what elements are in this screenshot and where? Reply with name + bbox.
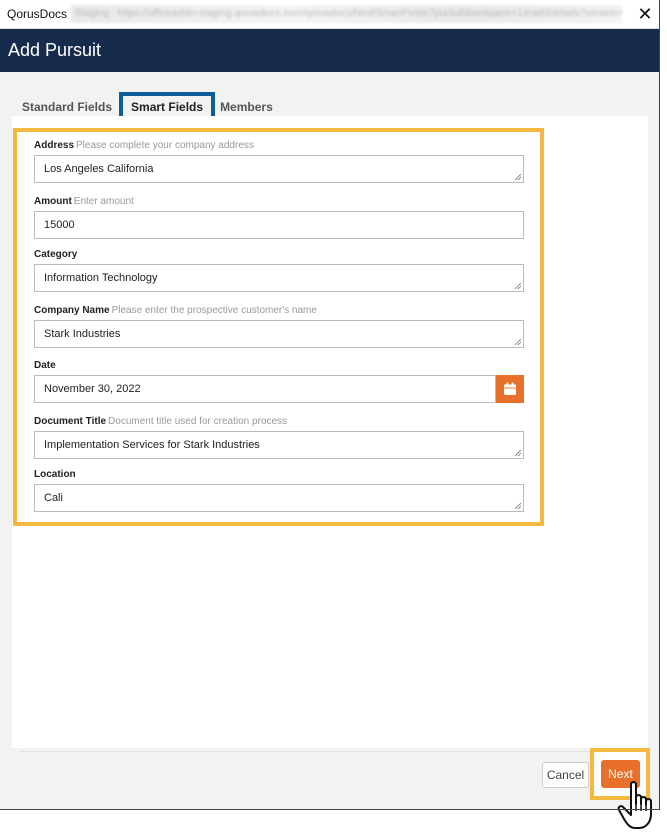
calendar-icon	[504, 382, 516, 395]
date-picker: November 30, 2022	[34, 375, 524, 403]
cancel-button[interactable]: Cancel	[542, 762, 589, 788]
field-label: Date	[34, 360, 56, 371]
app-name: QorusDocs	[7, 7, 68, 21]
tab-members[interactable]: Members	[218, 100, 275, 114]
document-title-input[interactable]: Implementation Services for Stark Indust…	[34, 431, 524, 459]
amount-input[interactable]: 15000	[34, 211, 524, 239]
hand-pointer-icon	[617, 781, 652, 829]
resize-grip-icon[interactable]	[515, 339, 521, 345]
field-hint: Enter amount	[73, 196, 134, 207]
dialog-title: Add Pursuit	[8, 40, 102, 60]
window-border	[659, 0, 660, 810]
resize-grip-icon[interactable]	[515, 174, 521, 180]
tab-standard-fields[interactable]: Standard Fields	[20, 100, 114, 114]
footer-divider	[20, 751, 640, 752]
dialog-header: Add Pursuit	[0, 29, 660, 72]
location-input[interactable]: Cali	[34, 484, 524, 512]
calendar-button[interactable]	[496, 375, 524, 403]
resize-grip-icon[interactable]	[515, 283, 521, 289]
smart-fields-form: Address Please complete your company addr…	[13, 128, 544, 526]
field-company-name: Company Name Please enter the prospective…	[34, 305, 524, 348]
field-hint: Please complete your company address	[76, 140, 254, 151]
field-label: Location	[34, 469, 76, 480]
field-address: Address Please complete your company addr…	[34, 140, 524, 183]
date-input[interactable]: November 30, 2022	[34, 375, 496, 403]
category-input[interactable]: Information Technology	[34, 264, 524, 292]
field-hint: Please enter the prospective customer's …	[111, 305, 317, 316]
field-amount: Amount Enter amount 15000	[34, 196, 524, 239]
field-location: Location Cali	[34, 469, 524, 512]
field-label: Company Name Please enter the prospective…	[34, 305, 317, 316]
field-label: Category	[34, 249, 78, 260]
address-bar: Staging · https://officeaddin-staging.qo…	[71, 5, 622, 23]
field-date: Date November 30, 2022	[34, 360, 524, 403]
field-label: Document Title Document title used for cr…	[34, 416, 288, 427]
field-label: Amount Enter amount	[34, 196, 134, 207]
close-icon[interactable]: ✕	[630, 4, 660, 25]
window-border	[0, 809, 660, 810]
window-titlebar: QorusDocs Staging · https://officeaddin-…	[0, 0, 660, 29]
field-label: Address Please complete your company addr…	[34, 140, 254, 151]
address-input[interactable]: Los Angeles California	[34, 155, 524, 183]
field-document-title: Document Title Document title used for cr…	[34, 416, 524, 459]
field-hint: Document title used for creation process	[108, 416, 288, 427]
field-category: Category Information Technology	[34, 249, 524, 292]
company-name-input[interactable]: Stark Industries	[34, 320, 524, 348]
resize-grip-icon[interactable]	[515, 503, 521, 509]
resize-grip-icon[interactable]	[515, 450, 521, 456]
